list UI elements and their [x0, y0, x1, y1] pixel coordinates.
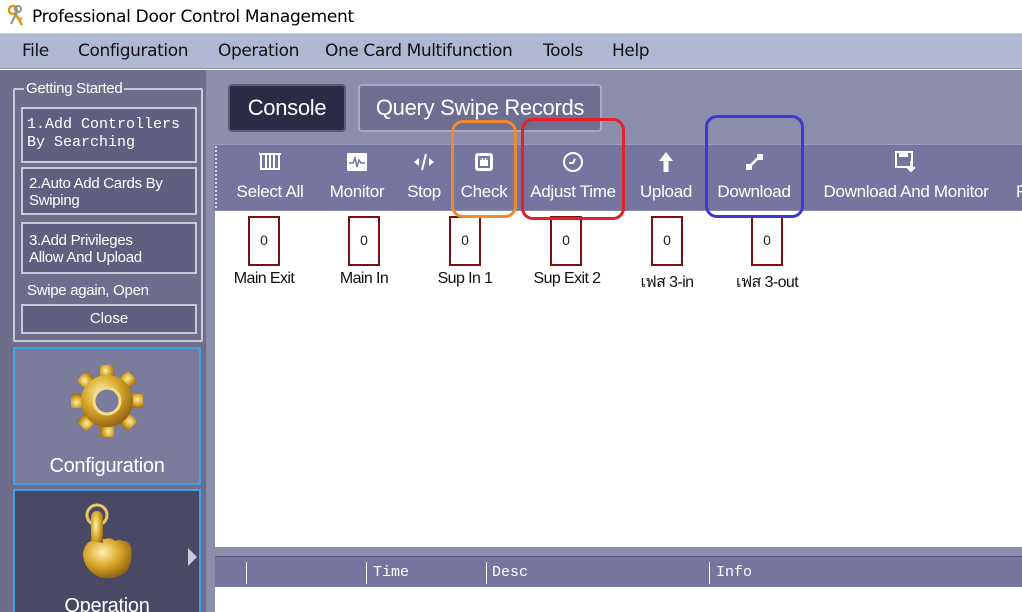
menu-help[interactable]: Help: [612, 41, 650, 61]
title-bar: Professional Door Control Management: [0, 0, 1022, 33]
door-count: 0: [663, 232, 671, 248]
grid-col-divider[interactable]: [366, 562, 367, 584]
menu-file[interactable]: File: [22, 41, 49, 61]
door-list-area: [215, 211, 1022, 547]
splitter[interactable]: [215, 547, 1022, 556]
auto-add-cards-button[interactable]: 2.Auto Add Cards By Swiping: [21, 167, 197, 215]
monitor-button[interactable]: Monitor: [318, 146, 396, 208]
door-count: 0: [461, 232, 469, 248]
nav-operation-label: Operation: [64, 595, 150, 612]
select-all-button[interactable]: Select All: [228, 146, 312, 208]
add-privileges-button[interactable]: 3.Add Privileges Allow And Upload: [21, 222, 197, 274]
door-icon[interactable]: 0: [550, 216, 582, 266]
door-label: เฟส 3-out: [735, 274, 799, 291]
door-label: Sup Exit 2: [533, 270, 602, 287]
nav-selected-arrow: [188, 548, 197, 566]
stop-icon: [414, 153, 434, 171]
highlight-adjust-time: [521, 118, 625, 220]
swipe-hint: Swipe again, Open: [27, 282, 149, 299]
tab-console[interactable]: Console: [228, 84, 346, 132]
door-icon[interactable]: 0: [449, 216, 481, 266]
add-privileges-label-2: Allow And Upload: [29, 249, 142, 266]
add-controllers-label-1: 1.Add Controllers: [27, 116, 181, 133]
add-controllers-button[interactable]: 1.Add Controllers By Searching: [21, 107, 197, 163]
download-and-monitor-button[interactable]: Download And Monitor: [810, 146, 1002, 208]
grid-col-divider[interactable]: [486, 562, 487, 584]
save-download-icon: [895, 151, 916, 173]
door-icon[interactable]: 0: [348, 216, 380, 266]
door-icon[interactable]: 0: [651, 216, 683, 266]
download-and-monitor-label: Download And Monitor: [823, 182, 989, 201]
door-label: Main In: [339, 270, 389, 287]
menu-bar: File Configuration Operation One Card Mu…: [0, 33, 1022, 69]
grid-col-divider[interactable]: [246, 562, 247, 584]
window-title: Professional Door Control Management: [32, 7, 354, 27]
upload-button[interactable]: Upload: [634, 146, 698, 208]
add-privileges-label-1: 3.Add Privileges: [29, 232, 133, 249]
grid-header: [215, 557, 1022, 587]
hand-pointer-icon: [83, 503, 132, 579]
keys-icon: [7, 4, 24, 26]
stop-label: Stop: [407, 182, 441, 201]
toolbar-grip[interactable]: [215, 146, 218, 208]
stop-button[interactable]: Stop: [402, 146, 446, 208]
door-icon[interactable]: 0: [248, 216, 280, 266]
upload-arrow-icon: [659, 152, 673, 172]
door-label: เฟส 3-in: [640, 274, 694, 291]
nav-configuration[interactable]: Configuration: [13, 347, 201, 485]
add-controllers-label-2: By Searching: [27, 134, 136, 151]
door-count: 0: [763, 232, 771, 248]
select-all-label: Select All: [236, 182, 304, 201]
menu-operation[interactable]: Operation: [218, 41, 299, 61]
highlight-download: [705, 115, 804, 218]
auto-add-cards-label-2: Swiping: [29, 192, 80, 209]
menu-one-card-multifunction[interactable]: One Card Multifunction: [325, 41, 513, 61]
door-count: 0: [562, 232, 570, 248]
door-label: Sup In 1: [437, 270, 493, 287]
menu-tools[interactable]: Tools: [543, 41, 583, 61]
close-button[interactable]: Close: [21, 304, 197, 334]
toolbar-overflow-label: F: [1016, 182, 1022, 200]
monitor-icon: [347, 153, 367, 171]
auto-add-cards-label-1: 2.Auto Add Cards By: [29, 175, 163, 192]
monitor-label: Monitor: [329, 182, 385, 201]
menu-configuration[interactable]: Configuration: [78, 41, 188, 61]
nav-configuration-label: Configuration: [49, 455, 165, 477]
nav-operation[interactable]: Operation: [13, 489, 201, 612]
grid-col-desc[interactable]: Desc: [492, 564, 528, 581]
select-all-icon: [259, 153, 281, 170]
highlight-check: [451, 120, 517, 218]
door-label: Main Exit: [233, 270, 295, 287]
grid-col-time[interactable]: Time: [373, 564, 409, 581]
getting-started-legend: Getting Started: [24, 80, 125, 97]
door-count: 0: [360, 232, 368, 248]
upload-label: Upload: [639, 182, 693, 201]
gear-icon: [71, 365, 143, 437]
grid-col-info[interactable]: Info: [716, 564, 752, 581]
door-count: 0: [260, 232, 268, 248]
grid-col-divider[interactable]: [709, 562, 710, 584]
door-icon[interactable]: 0: [751, 216, 783, 266]
